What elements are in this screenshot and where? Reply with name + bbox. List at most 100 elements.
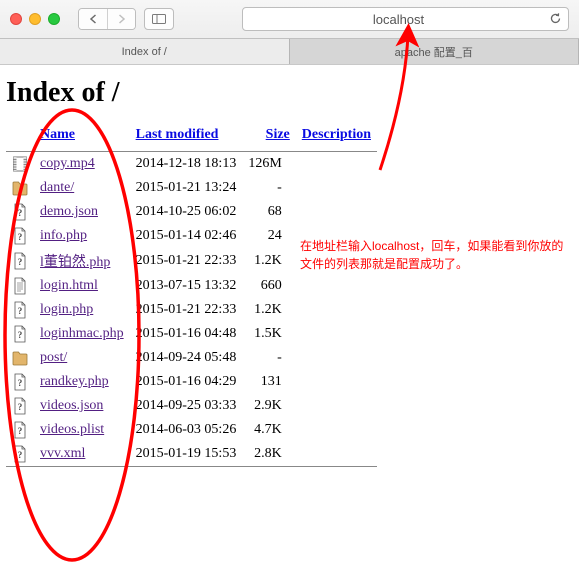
file-date: 2014-06-03 05:26 — [130, 418, 243, 442]
file-date: 2015-01-21 13:24 — [130, 176, 243, 200]
table-row: dante/2015-01-21 13:24- — [6, 176, 377, 200]
tab-label: Index of / — [122, 46, 167, 58]
file-size: 24 — [242, 224, 295, 248]
back-button[interactable] — [79, 9, 107, 29]
svg-text:?: ? — [18, 378, 23, 388]
browser-chrome: localhost Index of / apache 配置_百 — [0, 0, 579, 65]
file-listing-table: Name Last modified Size Description copy… — [6, 119, 377, 467]
file-link[interactable]: post/ — [40, 350, 67, 365]
svg-text:?: ? — [18, 208, 23, 218]
toolbar: localhost — [0, 0, 579, 38]
unknown-icon: ? — [12, 421, 28, 439]
unknown-icon: ? — [12, 252, 28, 270]
folder-icon — [12, 179, 28, 197]
file-link[interactable]: info.php — [40, 228, 87, 243]
sidebar-button[interactable] — [144, 8, 174, 30]
unknown-icon: ? — [12, 397, 28, 415]
col-name[interactable]: Name — [40, 127, 75, 142]
file-link[interactable]: videos.json — [40, 398, 103, 413]
unknown-icon: ? — [12, 325, 28, 343]
unknown-icon: ? — [12, 445, 28, 463]
file-date: 2015-01-19 15:53 — [130, 442, 243, 466]
col-description[interactable]: Description — [302, 127, 371, 142]
col-modified[interactable]: Last modified — [136, 127, 219, 142]
file-size: - — [242, 176, 295, 200]
page-content: Index of / Name Last modified Size Descr… — [0, 65, 579, 473]
file-link[interactable]: randkey.php — [40, 374, 109, 389]
table-row: login.html 2013-07-15 13:32660 — [6, 274, 377, 298]
unknown-icon: ? — [12, 301, 28, 319]
unknown-icon: ? — [12, 203, 28, 221]
file-description — [296, 370, 377, 394]
file-date: 2013-07-15 13:32 — [130, 274, 243, 298]
file-link[interactable]: vvv.xml — [40, 446, 85, 461]
file-date: 2015-01-16 04:29 — [130, 370, 243, 394]
file-size: 4.7K — [242, 418, 295, 442]
tab-label: apache 配置_百 — [395, 44, 473, 60]
file-description — [296, 152, 377, 176]
annotation-text: 在地址栏输入localhost，回车，如果能看到你放的文件的列表那就是配置成功了… — [300, 237, 570, 273]
traffic-lights — [10, 13, 70, 25]
file-size: 1.2K — [242, 248, 295, 274]
table-row: ?videos.json2014-09-25 03:332.9K — [6, 394, 377, 418]
col-size[interactable]: Size — [266, 127, 290, 142]
file-date: 2015-01-21 22:33 — [130, 298, 243, 322]
tab-index[interactable]: Index of / — [0, 39, 290, 64]
file-link[interactable]: loginhmac.php — [40, 326, 124, 341]
file-description — [296, 274, 377, 298]
video-icon — [12, 155, 28, 173]
svg-text:?: ? — [18, 330, 23, 340]
file-size: 126M — [242, 152, 295, 176]
file-link[interactable]: videos.plist — [40, 422, 104, 437]
table-row: ?loginhmac.php2015-01-16 04:481.5K — [6, 322, 377, 346]
url-bar[interactable]: localhost — [242, 7, 569, 31]
close-window-icon[interactable] — [10, 13, 22, 25]
table-row: ? videos.plist 2014-06-03 05:264.7K — [6, 418, 377, 442]
text-icon — [12, 277, 28, 295]
svg-text:?: ? — [18, 426, 23, 436]
file-link[interactable]: login.html — [40, 278, 98, 293]
file-date: 2015-01-21 22:33 — [130, 248, 243, 274]
file-description — [296, 176, 377, 200]
table-row: ? demo.json 2014-10-25 06:0268 — [6, 200, 377, 224]
file-date: 2015-01-14 02:46 — [130, 224, 243, 248]
svg-text:?: ? — [18, 450, 23, 460]
nav-buttons — [78, 8, 136, 30]
reload-button[interactable] — [548, 12, 562, 26]
file-size: 1.5K — [242, 322, 295, 346]
table-row: post/2014-09-24 05:48- — [6, 346, 377, 370]
file-size: 2.8K — [242, 442, 295, 466]
file-link[interactable]: l董铂然.php — [40, 255, 110, 270]
file-date: 2014-09-25 03:33 — [130, 394, 243, 418]
svg-text:?: ? — [18, 402, 23, 412]
file-description — [296, 298, 377, 322]
file-description — [296, 346, 377, 370]
file-link[interactable]: copy.mp4 — [40, 156, 95, 171]
forward-button[interactable] — [107, 9, 135, 29]
file-date: 2014-10-25 06:02 — [130, 200, 243, 224]
chevron-right-icon — [117, 14, 126, 24]
file-description — [296, 442, 377, 466]
file-size: 660 — [242, 274, 295, 298]
zoom-window-icon[interactable] — [48, 13, 60, 25]
unknown-icon: ? — [12, 227, 28, 245]
tab-apache[interactable]: apache 配置_百 — [290, 39, 579, 64]
reload-icon — [549, 12, 562, 25]
file-size: 68 — [242, 200, 295, 224]
url-text: localhost — [249, 12, 548, 27]
file-link[interactable]: dante/ — [40, 180, 74, 195]
table-row: ?login.php2015-01-21 22:331.2K — [6, 298, 377, 322]
file-link[interactable]: demo.json — [40, 204, 98, 219]
folder-icon — [12, 349, 28, 367]
file-size: - — [242, 346, 295, 370]
panel-icon — [152, 14, 166, 24]
table-row: ? vvv.xml 2015-01-19 15:532.8K — [6, 442, 377, 466]
file-date: 2014-12-18 18:13 — [130, 152, 243, 176]
table-row: copy.mp4 2014-12-18 18:13126M — [6, 152, 377, 176]
unknown-icon: ? — [12, 373, 28, 391]
chevron-left-icon — [89, 14, 98, 24]
file-description — [296, 418, 377, 442]
file-description — [296, 200, 377, 224]
minimize-window-icon[interactable] — [29, 13, 41, 25]
file-link[interactable]: login.php — [40, 302, 93, 317]
